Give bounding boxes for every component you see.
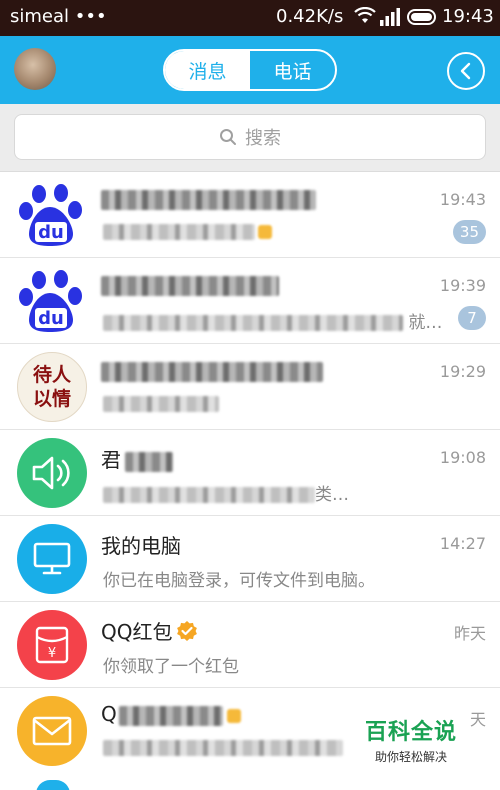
top-nav: 消息 电话 [0, 36, 500, 104]
search-input[interactable]: 搜索 [14, 114, 486, 160]
svg-text:¥: ¥ [48, 646, 56, 661]
search-area: 搜索 [0, 104, 500, 172]
chevron-left-icon [460, 62, 471, 80]
chat-time: 19:08 [439, 448, 486, 467]
chat-time: 天 [469, 710, 486, 729]
chat-row[interactable]: ¥ QQ红包 你领取了一个红包 昨天 [0, 602, 500, 688]
chat-time: 19:39 [439, 276, 486, 295]
chat-name [101, 272, 279, 296]
chat-message: 你已在电脑登录，可传文件到电脑。 [103, 571, 375, 591]
chat-time: 19:43 [439, 190, 486, 209]
unread-badge: 35 [452, 220, 486, 244]
chat-name: Q [101, 702, 241, 726]
chat-message: 就… [103, 308, 442, 333]
chat-row[interactable]: 我的电脑 你已在电脑登录，可传文件到电脑。 14:27 [0, 516, 500, 602]
chat-message [103, 394, 219, 414]
chat-row[interactable]: 待人 以情 19:29 [0, 344, 500, 430]
chat-name [101, 186, 316, 210]
chat-name: 我的电脑 [101, 534, 181, 558]
search-placeholder: 搜索 [245, 128, 281, 149]
network-speed: 0.42K/s [276, 6, 344, 27]
signal-icon [380, 8, 400, 26]
carrier-label: simeal ••• [10, 6, 107, 27]
tab-calls[interactable]: 电话 [250, 51, 335, 89]
clock: 19:43 [442, 6, 494, 27]
baidu-paw-icon: du [17, 266, 87, 336]
speaker-icon [17, 438, 87, 508]
verified-badge-icon [177, 621, 198, 641]
wifi-icon [354, 7, 376, 23]
chat-time: 昨天 [453, 624, 486, 643]
partial-avatar [36, 780, 70, 790]
back-button[interactable] [447, 52, 485, 90]
chat-name: 君 [101, 444, 173, 473]
status-bar: simeal ••• 0.42K/s 19:43 [0, 0, 500, 36]
chat-name: QQ红包 [101, 616, 198, 645]
tab-messages[interactable]: 消息 [165, 51, 250, 89]
svg-text:du: du [38, 308, 64, 329]
mail-icon [17, 696, 87, 766]
chat-message: 你领取了一个红包 [103, 657, 239, 677]
chat-time: 19:29 [439, 362, 486, 381]
chat-message [103, 738, 343, 758]
red-packet-icon: ¥ [17, 610, 87, 680]
user-avatar[interactable] [14, 48, 56, 90]
chat-row[interactable]: 君 类… 19:08 [0, 430, 500, 516]
chat-time: 14:27 [439, 534, 486, 553]
baidu-paw-icon: du [17, 180, 87, 250]
search-icon [220, 129, 236, 145]
battery-icon [407, 9, 436, 25]
watermark-logo: 百科全说 助你轻松解决 [364, 720, 457, 764]
unread-badge: 7 [458, 306, 486, 330]
tab-switcher: 消息 电话 [163, 49, 337, 91]
svg-text:du: du [38, 222, 64, 243]
chat-row[interactable]: du 19:43 35 [0, 172, 500, 258]
chat-message [103, 222, 272, 242]
calligraphy-avatar: 待人 以情 [17, 352, 87, 422]
chat-name [101, 358, 323, 382]
chat-message: 类… [103, 480, 349, 505]
chat-row[interactable]: du 就… 19:39 7 [0, 258, 500, 344]
computer-icon [17, 524, 87, 594]
